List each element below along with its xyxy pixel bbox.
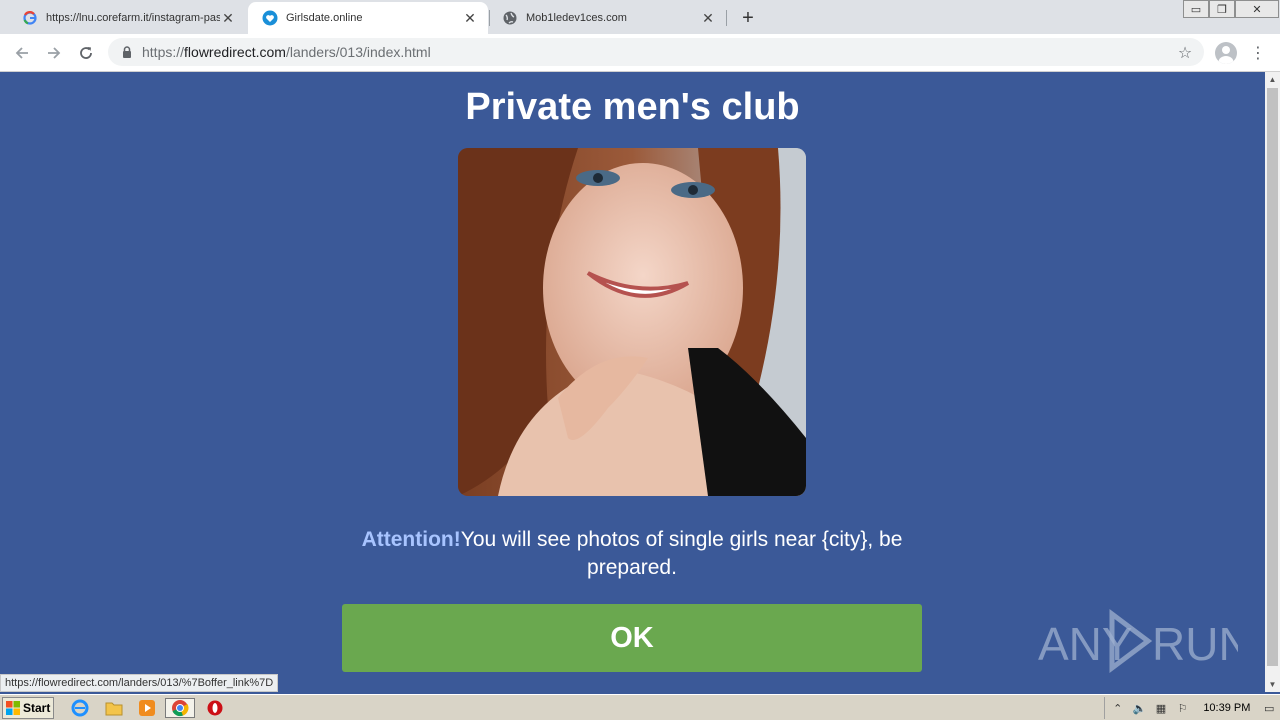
system-tray: ⌃ 🔈 ▦ ⚐ 10:39 PM ▭ — [1104, 697, 1278, 719]
reload-icon — [80, 47, 92, 59]
show-desktop-icon[interactable]: ▭ — [1260, 700, 1278, 716]
close-tab-icon[interactable]: ✕ — [700, 10, 716, 26]
restore-icon[interactable]: ❐ — [1209, 0, 1235, 18]
attention-label: Attention! — [361, 528, 461, 551]
page-viewport: Private men's club Attention!You will se… — [0, 72, 1265, 692]
page-scrollbar[interactable]: ▲ ▼ — [1265, 72, 1280, 692]
chrome-taskbar-icon[interactable] — [165, 698, 195, 718]
address-bar[interactable]: https://flowredirect.com/landers/013/ind… — [108, 38, 1204, 66]
url-host: flowredirect.com — [184, 44, 286, 60]
browser-toolbar: https://flowredirect.com/landers/013/ind… — [0, 34, 1280, 72]
close-tab-icon[interactable]: ✕ — [220, 10, 236, 26]
close-tab-icon[interactable]: ✕ — [462, 10, 478, 26]
kebab-menu-icon[interactable]: ⋮ — [1250, 43, 1266, 63]
ok-button[interactable]: OK — [342, 604, 922, 672]
tab-title: Mob1ledev1ces.com — [526, 12, 627, 24]
show-hidden-icons-icon[interactable]: ⌃ — [1109, 700, 1127, 716]
svg-text:RUN: RUN — [1152, 618, 1238, 670]
action-center-flag-icon[interactable]: ⚐ — [1174, 700, 1192, 716]
network-icon[interactable]: ▦ — [1152, 700, 1170, 716]
attention-message: Attention!You will see photos of single … — [342, 526, 922, 582]
tab-2[interactable]: Mob1ledev1ces.com ✕ — [488, 2, 726, 34]
message-body: You will see photos of single girls near… — [460, 528, 903, 579]
start-button[interactable]: Start — [2, 697, 54, 719]
url-path: /landers/013/index.html — [285, 44, 431, 60]
tab-strip: https://lnu.corefarm.it/instagram-pas ✕ … — [0, 0, 1280, 34]
globe-icon — [502, 10, 518, 26]
google-g-icon — [22, 10, 38, 26]
scroll-down-icon[interactable]: ▼ — [1265, 677, 1280, 692]
anyrun-logo-icon: ANY RUN — [1038, 609, 1252, 673]
start-label: Start — [23, 701, 51, 715]
file-explorer-icon[interactable] — [104, 698, 124, 718]
close-window-icon[interactable]: ✕ — [1235, 0, 1279, 18]
windows-flag-icon — [6, 701, 20, 715]
tab-title: Girlsdate.online — [286, 12, 363, 24]
media-player-icon[interactable] — [137, 698, 157, 718]
url-scheme: https:// — [142, 44, 185, 60]
scrollbar-thumb[interactable] — [1267, 88, 1278, 666]
lock-icon — [120, 45, 134, 59]
tab-0[interactable]: https://lnu.corefarm.it/instagram-pas ✕ — [8, 2, 246, 34]
reload-button[interactable] — [74, 41, 98, 65]
status-bar-url: https://flowredirect.com/landers/013/%7B… — [0, 674, 279, 692]
profile-photo — [458, 148, 806, 496]
page-title: Private men's club — [465, 86, 800, 128]
url-text: https://flowredirect.com/landers/013/ind… — [142, 44, 431, 60]
new-tab-button[interactable]: + — [736, 6, 760, 30]
window-controls: ▭ ❐ ✕ — [1183, 0, 1279, 18]
back-button[interactable] — [10, 41, 34, 65]
anyrun-watermark: ANY RUN — [1038, 608, 1252, 674]
windows-taskbar: Start ⌃ 🔈 ▦ ⚐ 10:39 PM ▭ — [0, 694, 1280, 720]
portrait-image — [458, 148, 806, 496]
volume-icon[interactable]: 🔈 — [1131, 700, 1149, 716]
tab-separator — [726, 10, 727, 26]
forward-button[interactable] — [42, 41, 66, 65]
opera-icon[interactable] — [205, 698, 225, 718]
minimize-icon[interactable]: ▭ — [1183, 0, 1209, 18]
tab-1[interactable]: Girlsdate.online ✕ — [248, 2, 488, 34]
profile-avatar-icon[interactable] — [1215, 42, 1237, 64]
bookmark-star-icon[interactable]: ☆ — [1175, 43, 1195, 63]
system-clock[interactable]: 10:39 PM — [1203, 702, 1250, 714]
tab-title: https://lnu.corefarm.it/instagram-pas — [46, 12, 220, 24]
forward-arrow-icon — [48, 47, 61, 59]
scroll-up-icon[interactable]: ▲ — [1265, 72, 1280, 87]
heart-shield-icon — [262, 10, 278, 26]
back-arrow-icon — [15, 47, 28, 59]
internet-explorer-icon[interactable] — [70, 698, 90, 718]
